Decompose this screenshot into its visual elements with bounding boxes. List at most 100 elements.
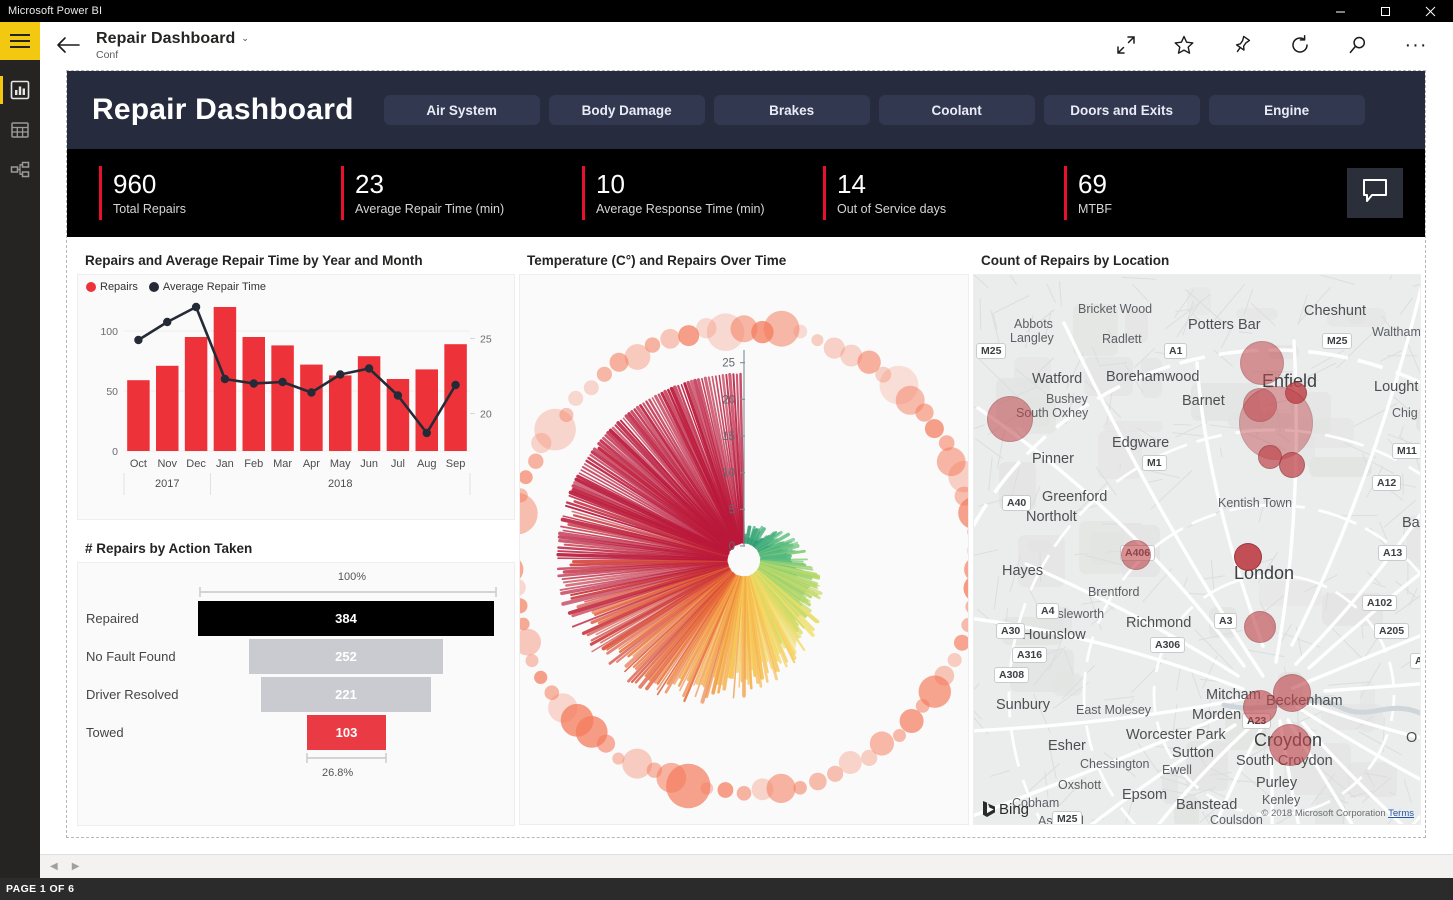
map-road-shield: A12 — [1372, 475, 1401, 491]
visual-body[interactable]: Repairs Average Repair Time 0501002025Oc… — [77, 274, 515, 520]
sidebar-item-report-view[interactable] — [0, 70, 40, 110]
nav-button-body-damage[interactable]: Body Damage — [549, 95, 705, 125]
favorite-button[interactable] — [1155, 22, 1213, 68]
map-road-shield: A1 — [1164, 343, 1187, 359]
nav-button-doors-and-exits[interactable]: Doors and Exits — [1044, 95, 1200, 125]
kpi-accent-bar — [1064, 166, 1067, 220]
nav-button-brakes[interactable]: Brakes — [714, 95, 870, 125]
kpi-accent-bar — [823, 166, 826, 220]
map-place-label: Hounslow — [1022, 627, 1086, 643]
funnel-value: 252 — [335, 649, 357, 664]
kpi-total-repairs[interactable]: 960 Total Repairs — [99, 166, 341, 220]
map-bubble[interactable] — [1273, 674, 1311, 712]
map-road-shield: M25 — [1322, 333, 1352, 349]
bing-label: Bing — [999, 801, 1029, 818]
map-road-shield: M25 — [976, 343, 1006, 359]
map-place-label: Chessington — [1080, 757, 1150, 771]
comment-button[interactable] — [1347, 168, 1403, 218]
more-options-button[interactable]: ··· — [1387, 22, 1445, 68]
close-icon[interactable] — [1408, 0, 1453, 22]
funnel-bar[interactable]: 384 — [198, 601, 494, 636]
map-credit: © 2018 Microsoft Corporation Terms — [1261, 808, 1414, 819]
funnel-row-no-fault-found[interactable]: 252 — [198, 637, 506, 675]
kpi-mtbf[interactable]: 69 MTBF — [1064, 166, 1264, 220]
svg-text:Jul: Jul — [391, 458, 405, 470]
kpi-average-response-time[interactable]: 10 Average Response Time (min) — [582, 166, 823, 220]
back-arrow-icon[interactable] — [40, 36, 96, 54]
combo-chart-plot[interactable]: 0501002025OctNovDecJanFebMarAprMayJunJul… — [78, 293, 514, 511]
map-road-shield: A306 — [1150, 637, 1185, 653]
legend-item-average-repair-time[interactable]: Average Repair Time — [149, 281, 266, 293]
ellipsis-icon: ··· — [1405, 40, 1428, 50]
pin-button[interactable] — [1213, 22, 1271, 68]
svg-text:Apr: Apr — [303, 458, 320, 470]
funnel-bar[interactable]: 103 — [307, 715, 386, 750]
nav-button-coolant[interactable]: Coolant — [879, 95, 1035, 125]
funnel-row-driver-resolved[interactable]: 221 — [198, 675, 506, 713]
svg-text:2017: 2017 — [155, 478, 179, 490]
rail-icon-list — [0, 60, 40, 190]
legend-swatch — [86, 282, 96, 292]
minimize-icon[interactable] — [1318, 0, 1363, 22]
svg-text:Sep: Sep — [446, 458, 466, 470]
map-place-label: Potters Bar — [1188, 317, 1261, 333]
window-title: Microsoft Power BI — [0, 5, 102, 17]
map-place-label: O — [1406, 730, 1417, 746]
funnel-value: 384 — [335, 611, 357, 626]
map-bubble[interactable] — [987, 396, 1033, 442]
kpi-label: Out of Service days — [837, 202, 946, 216]
map-place-label: Edgware — [1112, 435, 1169, 451]
map-bubble[interactable] — [1269, 724, 1311, 766]
map-bubble[interactable] — [1240, 341, 1284, 385]
chevron-left-icon[interactable]: ◀ — [50, 861, 58, 872]
search-button[interactable] — [1329, 22, 1387, 68]
report-page: Repair Dashboard Air System Body Damage … — [67, 71, 1425, 837]
nav-button-engine[interactable]: Engine — [1209, 95, 1365, 125]
chevron-down-icon[interactable]: ⌄ — [241, 33, 249, 44]
map-terms-link[interactable]: Terms — [1388, 808, 1414, 819]
funnel-bar[interactable]: 221 — [261, 677, 431, 712]
refresh-button[interactable] — [1271, 22, 1329, 68]
kpi-average-repair-time[interactable]: 23 Average Repair Time (min) — [341, 166, 582, 220]
visual-body[interactable]: AbbotsLangleyBricket WoodRadlettPotters … — [973, 274, 1421, 825]
svg-text:0: 0 — [112, 446, 118, 458]
visual-body[interactable]: 100% Repaired 384 — [77, 562, 515, 826]
map-place-label: Purley — [1256, 775, 1297, 791]
funnel-row-towed[interactable]: 103 — [198, 713, 506, 751]
bing-logo[interactable]: Bing — [982, 800, 1029, 818]
svg-text:Jun: Jun — [360, 458, 378, 470]
funnel-rows: Repaired 384 No Fault Found 252 Driver R… — [86, 599, 506, 751]
sidebar-item-model-view[interactable] — [0, 150, 40, 190]
kpi-out-of-service-days[interactable]: 14 Out of Service days — [823, 166, 1064, 220]
map-bubble[interactable] — [1244, 611, 1276, 643]
map-road-shield: A4 — [1036, 603, 1059, 619]
funnel-bar[interactable]: 252 — [249, 639, 443, 674]
visual-body[interactable]: 0510152025 — [519, 274, 969, 825]
funnel-row-repaired[interactable]: 384 — [198, 599, 506, 637]
visual-count-of-repairs-by-location[interactable]: Count of Repairs by Location AbbotsLangl… — [973, 245, 1421, 827]
report-title-block: Repair Dashboard ⌄ Conf — [96, 30, 249, 61]
hamburger-icon[interactable] — [0, 22, 40, 60]
kpi-value: 14 — [837, 170, 946, 198]
map-place-label: Abbots — [1014, 317, 1053, 331]
sidebar-item-data-view[interactable] — [0, 110, 40, 150]
funnel-top-percent: 100% — [198, 571, 506, 583]
map-bubble[interactable] — [1234, 543, 1262, 571]
visual-title: Count of Repairs by Location — [973, 245, 1421, 274]
map-bubble[interactable] — [1243, 690, 1277, 724]
visual-temperature-and-repairs-over-time[interactable]: Temperature (C°) and Repairs Over Time 0… — [519, 245, 969, 827]
radial-chart-plot[interactable]: 0510152025 — [520, 275, 968, 824]
map-bubble[interactable] — [1279, 452, 1305, 478]
dashboard-header: Repair Dashboard Air System Body Damage … — [67, 71, 1425, 149]
nav-button-air-system[interactable]: Air System — [384, 95, 540, 125]
kpi-value: 23 — [355, 170, 504, 198]
search-icon — [1347, 34, 1369, 56]
visual-repairs-and-average-repair-time[interactable]: Repairs and Average Repair Time by Year … — [77, 245, 515, 523]
fullscreen-button[interactable] — [1097, 22, 1155, 68]
map-place-label: Sunbury — [996, 697, 1050, 713]
chevron-right-icon[interactable]: ▶ — [72, 861, 80, 872]
map-bubble[interactable] — [1121, 540, 1151, 570]
maximize-icon[interactable] — [1363, 0, 1408, 22]
visual-repairs-by-action-taken[interactable]: # Repairs by Action Taken 100% — [77, 533, 515, 827]
legend-item-repairs[interactable]: Repairs — [86, 281, 138, 293]
